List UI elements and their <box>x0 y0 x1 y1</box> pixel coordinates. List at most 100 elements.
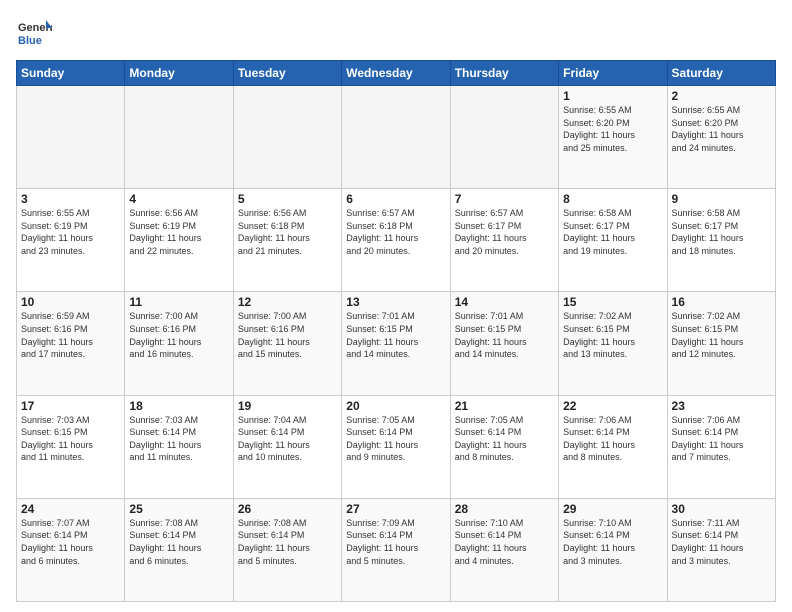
day-number: 3 <box>21 192 120 206</box>
calendar-cell <box>125 86 233 189</box>
day-info: Sunrise: 7:03 AM Sunset: 6:15 PM Dayligh… <box>21 414 120 464</box>
day-info: Sunrise: 6:56 AM Sunset: 6:19 PM Dayligh… <box>129 207 228 257</box>
day-number: 12 <box>238 295 337 309</box>
day-info: Sunrise: 6:55 AM Sunset: 6:19 PM Dayligh… <box>21 207 120 257</box>
day-number: 1 <box>563 89 662 103</box>
day-info: Sunrise: 7:05 AM Sunset: 6:14 PM Dayligh… <box>455 414 554 464</box>
calendar-table: SundayMondayTuesdayWednesdayThursdayFrid… <box>16 60 776 602</box>
day-number: 22 <box>563 399 662 413</box>
calendar-week-row: 10Sunrise: 6:59 AM Sunset: 6:16 PM Dayli… <box>17 292 776 395</box>
day-info: Sunrise: 7:01 AM Sunset: 6:15 PM Dayligh… <box>455 310 554 360</box>
calendar-cell: 6Sunrise: 6:57 AM Sunset: 6:18 PM Daylig… <box>342 189 450 292</box>
calendar-cell: 17Sunrise: 7:03 AM Sunset: 6:15 PM Dayli… <box>17 395 125 498</box>
svg-text:Blue: Blue <box>18 35 42 47</box>
day-info: Sunrise: 7:05 AM Sunset: 6:14 PM Dayligh… <box>346 414 445 464</box>
calendar-cell: 27Sunrise: 7:09 AM Sunset: 6:14 PM Dayli… <box>342 498 450 601</box>
day-number: 7 <box>455 192 554 206</box>
day-number: 26 <box>238 502 337 516</box>
calendar-cell: 2Sunrise: 6:55 AM Sunset: 6:20 PM Daylig… <box>667 86 775 189</box>
day-number: 28 <box>455 502 554 516</box>
day-number: 29 <box>563 502 662 516</box>
day-number: 2 <box>672 89 771 103</box>
day-number: 21 <box>455 399 554 413</box>
logo: General Blue <box>16 16 52 52</box>
calendar-week-row: 3Sunrise: 6:55 AM Sunset: 6:19 PM Daylig… <box>17 189 776 292</box>
calendar-cell: 4Sunrise: 6:56 AM Sunset: 6:19 PM Daylig… <box>125 189 233 292</box>
calendar-cell: 10Sunrise: 6:59 AM Sunset: 6:16 PM Dayli… <box>17 292 125 395</box>
calendar-cell: 30Sunrise: 7:11 AM Sunset: 6:14 PM Dayli… <box>667 498 775 601</box>
day-info: Sunrise: 6:55 AM Sunset: 6:20 PM Dayligh… <box>563 104 662 154</box>
calendar-cell: 29Sunrise: 7:10 AM Sunset: 6:14 PM Dayli… <box>559 498 667 601</box>
day-info: Sunrise: 6:57 AM Sunset: 6:17 PM Dayligh… <box>455 207 554 257</box>
calendar-cell: 13Sunrise: 7:01 AM Sunset: 6:15 PM Dayli… <box>342 292 450 395</box>
day-info: Sunrise: 6:55 AM Sunset: 6:20 PM Dayligh… <box>672 104 771 154</box>
calendar-cell: 16Sunrise: 7:02 AM Sunset: 6:15 PM Dayli… <box>667 292 775 395</box>
day-number: 9 <box>672 192 771 206</box>
day-number: 25 <box>129 502 228 516</box>
calendar-cell: 15Sunrise: 7:02 AM Sunset: 6:15 PM Dayli… <box>559 292 667 395</box>
day-info: Sunrise: 7:02 AM Sunset: 6:15 PM Dayligh… <box>563 310 662 360</box>
calendar-cell: 8Sunrise: 6:58 AM Sunset: 6:17 PM Daylig… <box>559 189 667 292</box>
day-info: Sunrise: 6:58 AM Sunset: 6:17 PM Dayligh… <box>672 207 771 257</box>
day-info: Sunrise: 6:56 AM Sunset: 6:18 PM Dayligh… <box>238 207 337 257</box>
calendar-cell: 3Sunrise: 6:55 AM Sunset: 6:19 PM Daylig… <box>17 189 125 292</box>
logo-svg: General Blue <box>16 16 52 52</box>
day-info: Sunrise: 7:10 AM Sunset: 6:14 PM Dayligh… <box>563 517 662 567</box>
weekday-header-sunday: Sunday <box>17 61 125 86</box>
weekday-header-tuesday: Tuesday <box>233 61 341 86</box>
day-info: Sunrise: 7:04 AM Sunset: 6:14 PM Dayligh… <box>238 414 337 464</box>
calendar-cell: 21Sunrise: 7:05 AM Sunset: 6:14 PM Dayli… <box>450 395 558 498</box>
calendar-cell: 23Sunrise: 7:06 AM Sunset: 6:14 PM Dayli… <box>667 395 775 498</box>
calendar-cell <box>233 86 341 189</box>
day-info: Sunrise: 7:11 AM Sunset: 6:14 PM Dayligh… <box>672 517 771 567</box>
day-number: 5 <box>238 192 337 206</box>
day-info: Sunrise: 7:00 AM Sunset: 6:16 PM Dayligh… <box>129 310 228 360</box>
weekday-header-saturday: Saturday <box>667 61 775 86</box>
calendar-cell: 7Sunrise: 6:57 AM Sunset: 6:17 PM Daylig… <box>450 189 558 292</box>
day-number: 24 <box>21 502 120 516</box>
day-info: Sunrise: 7:08 AM Sunset: 6:14 PM Dayligh… <box>129 517 228 567</box>
calendar-cell: 28Sunrise: 7:10 AM Sunset: 6:14 PM Dayli… <box>450 498 558 601</box>
calendar-cell: 25Sunrise: 7:08 AM Sunset: 6:14 PM Dayli… <box>125 498 233 601</box>
day-number: 14 <box>455 295 554 309</box>
day-info: Sunrise: 6:59 AM Sunset: 6:16 PM Dayligh… <box>21 310 120 360</box>
calendar-cell: 22Sunrise: 7:06 AM Sunset: 6:14 PM Dayli… <box>559 395 667 498</box>
day-number: 15 <box>563 295 662 309</box>
weekday-header-monday: Monday <box>125 61 233 86</box>
day-number: 23 <box>672 399 771 413</box>
header: General Blue <box>16 16 776 52</box>
calendar-cell <box>342 86 450 189</box>
day-number: 8 <box>563 192 662 206</box>
calendar-cell: 12Sunrise: 7:00 AM Sunset: 6:16 PM Dayli… <box>233 292 341 395</box>
day-info: Sunrise: 7:06 AM Sunset: 6:14 PM Dayligh… <box>672 414 771 464</box>
day-info: Sunrise: 7:10 AM Sunset: 6:14 PM Dayligh… <box>455 517 554 567</box>
calendar-week-row: 24Sunrise: 7:07 AM Sunset: 6:14 PM Dayli… <box>17 498 776 601</box>
day-info: Sunrise: 7:00 AM Sunset: 6:16 PM Dayligh… <box>238 310 337 360</box>
day-info: Sunrise: 7:07 AM Sunset: 6:14 PM Dayligh… <box>21 517 120 567</box>
day-number: 16 <box>672 295 771 309</box>
day-number: 11 <box>129 295 228 309</box>
calendar-cell <box>17 86 125 189</box>
day-info: Sunrise: 7:06 AM Sunset: 6:14 PM Dayligh… <box>563 414 662 464</box>
weekday-header-wednesday: Wednesday <box>342 61 450 86</box>
day-number: 30 <box>672 502 771 516</box>
calendar-cell: 11Sunrise: 7:00 AM Sunset: 6:16 PM Dayli… <box>125 292 233 395</box>
weekday-header-thursday: Thursday <box>450 61 558 86</box>
day-number: 10 <box>21 295 120 309</box>
day-info: Sunrise: 6:57 AM Sunset: 6:18 PM Dayligh… <box>346 207 445 257</box>
day-number: 18 <box>129 399 228 413</box>
day-number: 17 <box>21 399 120 413</box>
day-info: Sunrise: 7:09 AM Sunset: 6:14 PM Dayligh… <box>346 517 445 567</box>
calendar-cell: 20Sunrise: 7:05 AM Sunset: 6:14 PM Dayli… <box>342 395 450 498</box>
calendar-week-row: 1Sunrise: 6:55 AM Sunset: 6:20 PM Daylig… <box>17 86 776 189</box>
weekday-header-friday: Friday <box>559 61 667 86</box>
day-number: 6 <box>346 192 445 206</box>
day-info: Sunrise: 7:02 AM Sunset: 6:15 PM Dayligh… <box>672 310 771 360</box>
day-number: 20 <box>346 399 445 413</box>
calendar-cell: 5Sunrise: 6:56 AM Sunset: 6:18 PM Daylig… <box>233 189 341 292</box>
calendar-cell: 9Sunrise: 6:58 AM Sunset: 6:17 PM Daylig… <box>667 189 775 292</box>
calendar-cell: 14Sunrise: 7:01 AM Sunset: 6:15 PM Dayli… <box>450 292 558 395</box>
calendar-cell: 26Sunrise: 7:08 AM Sunset: 6:14 PM Dayli… <box>233 498 341 601</box>
calendar-cell: 1Sunrise: 6:55 AM Sunset: 6:20 PM Daylig… <box>559 86 667 189</box>
calendar-cell <box>450 86 558 189</box>
